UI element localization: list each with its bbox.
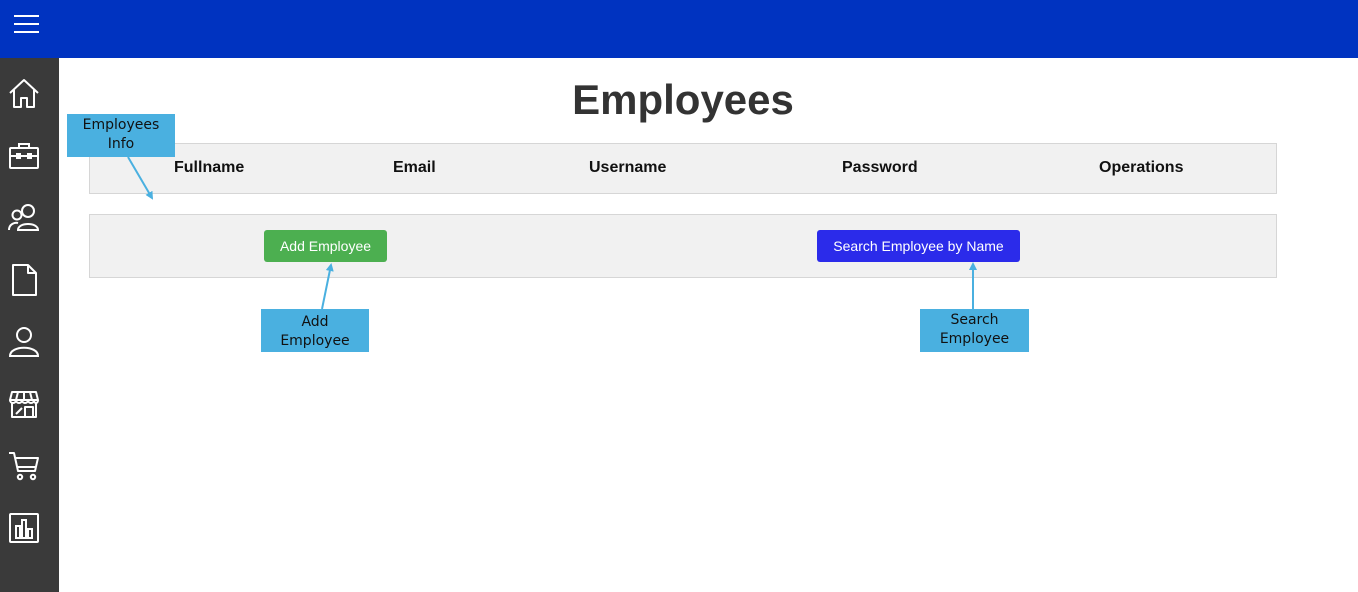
annotation-add-employee: Add Employee: [261, 309, 369, 352]
column-header-fullname: Fullname: [174, 159, 245, 176]
users-icon[interactable]: [6, 200, 42, 236]
page-title: Employees: [572, 76, 794, 123]
column-header-email: Email: [393, 159, 436, 176]
table-header: Fullname Email Username Password Operati…: [89, 143, 1277, 194]
user-icon[interactable]: [6, 324, 42, 360]
briefcase-icon[interactable]: [6, 138, 42, 174]
hamburger-menu-icon[interactable]: [13, 12, 41, 36]
search-employee-button[interactable]: Search Employee by Name: [817, 230, 1020, 262]
annotation-line: Employees: [82, 117, 160, 133]
cart-icon[interactable]: [6, 448, 42, 484]
column-header-operations: Operations: [1099, 159, 1184, 176]
annotation-line: Info: [107, 136, 135, 152]
sidebar: [0, 58, 59, 592]
main-content: Employees Fullname Email Username Passwo…: [59, 58, 1358, 592]
annotation-line: Add: [301, 314, 329, 330]
annotation-search-employee: Search Employee: [920, 309, 1029, 352]
column-header-password: Password: [842, 159, 918, 176]
document-icon[interactable]: [6, 262, 42, 298]
top-bar: [0, 0, 1358, 58]
home-icon[interactable]: [6, 76, 42, 112]
add-employee-button[interactable]: Add Employee: [264, 230, 387, 262]
annotation-line: Employee: [280, 333, 350, 349]
action-bar: Add Employee Search Employee by Name: [89, 214, 1277, 278]
annotation-line: Employee: [939, 331, 1010, 347]
annotation-line: Search: [950, 312, 999, 328]
column-header-username: Username: [589, 159, 667, 176]
store-icon[interactable]: [6, 386, 42, 422]
annotation-employees-info: Employees Info: [67, 114, 175, 157]
bar-chart-icon[interactable]: [6, 510, 42, 546]
